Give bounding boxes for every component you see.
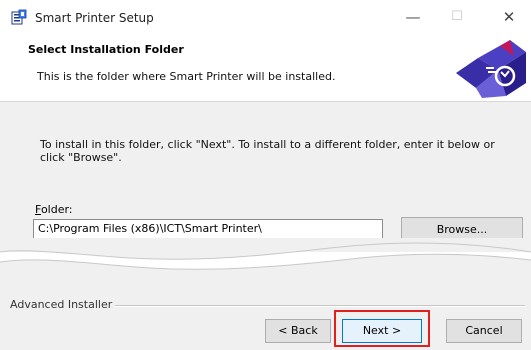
title-bar[interactable]: Smart Printer Setup — ☐ ✕ <box>0 0 531 33</box>
instruction-text: To install in this folder, click "Next".… <box>40 138 495 164</box>
back-button[interactable]: < Back <box>265 319 331 343</box>
footer-divider <box>115 305 525 307</box>
footer: Advanced Installer < Back Next > Cancel <box>0 278 531 350</box>
page-title: Select Installation Folder <box>28 43 184 56</box>
torn-edge-divider <box>0 238 531 278</box>
next-button[interactable]: Next > <box>342 319 422 343</box>
cancel-button[interactable]: Cancel <box>446 319 522 343</box>
minimize-button[interactable]: — <box>403 8 423 26</box>
close-button[interactable]: ✕ <box>499 8 519 26</box>
folder-label-text: older: <box>40 203 73 216</box>
installer-icon <box>11 9 27 25</box>
folder-label: Folder: <box>35 203 73 216</box>
content-area: To install in this folder, click "Next".… <box>0 102 531 252</box>
maximize-button[interactable]: ☐ <box>447 8 467 26</box>
brand-label: Advanced Installer <box>10 298 113 311</box>
setup-window: Smart Printer Setup — ☐ ✕ Select Install… <box>0 0 531 350</box>
folder-path-input[interactable]: C:\Program Files (x86)\ICT\Smart Printer… <box>33 219 383 239</box>
page-subtitle: This is the folder where Smart Printer w… <box>37 70 336 83</box>
smart-printer-logo <box>456 40 526 98</box>
page-header: Select Installation Folder This is the f… <box>0 33 531 102</box>
window-title: Smart Printer Setup <box>35 11 154 25</box>
